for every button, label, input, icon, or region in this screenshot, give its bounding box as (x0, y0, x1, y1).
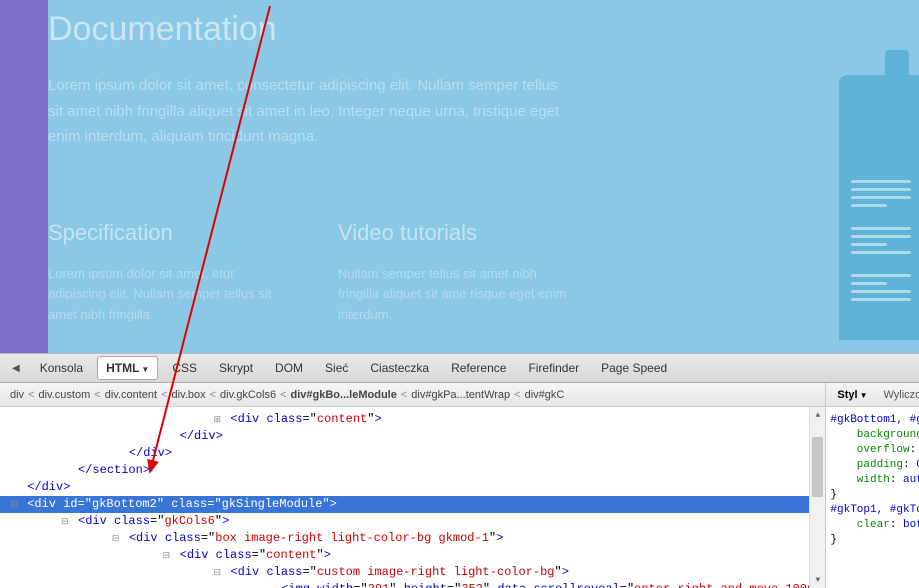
css-property[interactable]: width: auto; (830, 473, 919, 488)
tab-siec[interactable]: Sieć (317, 357, 356, 379)
dropdown-icon: ▼ (141, 365, 149, 374)
dropdown-icon: ▼ (860, 391, 868, 400)
crumb[interactable]: div.custom (35, 389, 95, 401)
crumb[interactable]: div#gkPa...tentWrap (407, 389, 514, 401)
style-tabs: Styl▼ Wyliczone Układ DOM (826, 383, 919, 407)
crumb[interactable]: div#gkBo...leModule (287, 389, 401, 401)
code-line[interactable]: ⊟ <div class="content"> (0, 547, 825, 564)
tab-reference[interactable]: Reference (443, 357, 514, 379)
tab-dom[interactable]: DOM (267, 357, 311, 379)
devtools-toolbar: ◀ Konsola HTML▼ CSS Skrypt DOM Sieć Cias… (0, 353, 919, 383)
content-section: Documentation Lorem ipsum dolor sit amet… (48, 0, 919, 353)
col-video: Video tutorials Nullam semper tellus sit… (338, 220, 578, 326)
style-tab-wyliczone[interactable]: Wyliczone (877, 386, 919, 404)
code-line[interactable]: ⊟ <div class="gkCols6"> (0, 513, 825, 530)
code-line[interactable]: ⊞ <div class="content"> (0, 411, 825, 428)
tab-ciasteczka[interactable]: Ciasteczka (362, 357, 437, 379)
css-selector[interactable]: #gkTop1, #gkTop2, #gkBottom1, #gkBottom2… (830, 503, 919, 518)
panel-toggle-icon[interactable]: ◀ (12, 363, 20, 374)
code-pane[interactable]: ⊞ <div class="content"> </div> </div> </… (0, 407, 825, 588)
sidebar-strip (0, 0, 48, 353)
doc-heading: Documentation (48, 10, 919, 49)
devtools-lower: div < div.custom < div.content < div.box… (0, 383, 919, 588)
code-line[interactable]: ⊟ <div id="gkBottom2" class="gkSingleMod… (0, 496, 825, 513)
css-property[interactable]: clear: both; (830, 518, 919, 533)
crumb[interactable]: div#gkC (521, 389, 569, 401)
code-line[interactable]: </div> (0, 445, 825, 462)
css-selector[interactable]: #gkBottom1, #gkBottom2, #gkBottom3, #gkB… (830, 413, 919, 428)
tab-pagespeed[interactable]: Page Speed (593, 357, 675, 379)
code-line[interactable]: ⊟ <div class="custom image-right light-c… (0, 564, 825, 581)
col-text: Lorem ipsum dolor sit amet, etur adipisc… (48, 264, 288, 326)
col-title: Video tutorials (338, 220, 578, 246)
columns: Specification Lorem ipsum dolor sit amet… (48, 220, 919, 326)
tab-firefinder[interactable]: Firefinder (520, 357, 587, 379)
css-property[interactable]: overflow: hidden; (830, 443, 919, 458)
css-property[interactable]: background: none repeat scroll; (830, 428, 919, 443)
collapse-icon[interactable]: ⊟ (211, 565, 223, 581)
collapse-icon[interactable]: ⊟ (160, 548, 172, 564)
css-brace: } (830, 488, 919, 503)
device-illustration (809, 50, 919, 340)
style-tab-styl[interactable]: Styl▼ (830, 386, 874, 404)
scrollbar-thumb[interactable] (812, 437, 823, 497)
crumb[interactable]: div (6, 389, 28, 401)
scroll-down-icon[interactable]: ▼ (810, 572, 825, 588)
scrollbar-vertical[interactable]: ▲ ▼ (809, 407, 825, 588)
crumb[interactable]: div.box (168, 389, 210, 401)
collapse-icon[interactable]: ⊟ (59, 514, 71, 530)
tab-konsola[interactable]: Konsola (32, 357, 91, 379)
code-line[interactable]: </div> (0, 479, 825, 496)
css-pane[interactable]: #gkBottom1, #gkBottom2, #gkBottom3, #gkB… (826, 407, 919, 588)
collapse-icon[interactable]: ⊟ (110, 531, 122, 547)
page-preview: Documentation Lorem ipsum dolor sit amet… (0, 0, 919, 353)
css-property[interactable]: padding: 0 120px; (830, 458, 919, 473)
col-specification: Specification Lorem ipsum dolor sit amet… (48, 220, 288, 326)
code-line[interactable]: ⊟ <div class="box image-right light-colo… (0, 530, 825, 547)
crumb[interactable]: div.gkCols6 (216, 389, 280, 401)
tab-skrypt[interactable]: Skrypt (211, 357, 261, 379)
css-brace: } (830, 533, 919, 548)
col-title: Specification (48, 220, 288, 246)
html-panel: div < div.custom < div.content < div.box… (0, 383, 826, 588)
style-panel: Styl▼ Wyliczone Układ DOM #gkBottom1, #g… (826, 383, 919, 588)
tab-css[interactable]: CSS (164, 357, 205, 379)
code-line[interactable]: <img width="291" height="352" data-scrol… (0, 581, 825, 588)
crumb[interactable]: div.content (101, 389, 161, 401)
code-line[interactable]: </section> (0, 462, 825, 479)
code-line[interactable]: </div> (0, 428, 825, 445)
scroll-up-icon[interactable]: ▲ (810, 407, 825, 423)
doc-intro: Lorem ipsum dolor sit amet, consectetur … (48, 73, 568, 150)
col-text: Nullam semper tellus sit amet nibh fring… (338, 264, 578, 326)
tab-html[interactable]: HTML▼ (97, 356, 158, 380)
expand-icon[interactable]: ⊞ (211, 412, 223, 428)
breadcrumb: div < div.custom < div.content < div.box… (0, 383, 825, 407)
collapse-icon[interactable]: ⊟ (8, 497, 20, 513)
